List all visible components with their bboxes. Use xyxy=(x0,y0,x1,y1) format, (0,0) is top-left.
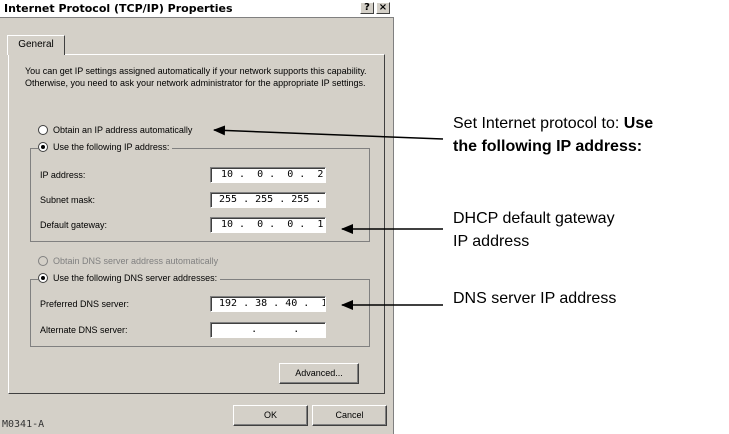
tab-general[interactable]: General xyxy=(7,35,65,55)
ip-mode-callout: Set Internet protocol to: Use the follow… xyxy=(453,112,653,158)
gateway-callout: DHCP default gateway IP address xyxy=(453,207,615,253)
gateway-callout-line2: IP address xyxy=(453,233,530,250)
ip-mode-callout-bold1: Use xyxy=(623,115,654,132)
gateway-callout-line1: DHCP default gateway xyxy=(453,210,615,227)
ip-mode-callout-prefix: Set Internet protocol to: xyxy=(453,115,624,132)
ip-mode-callout-bold2: the following IP address: xyxy=(453,138,643,155)
callout-arrows xyxy=(213,125,444,310)
dns-callout: DNS server IP address xyxy=(453,290,617,307)
ip-mode-arrow xyxy=(213,125,444,140)
